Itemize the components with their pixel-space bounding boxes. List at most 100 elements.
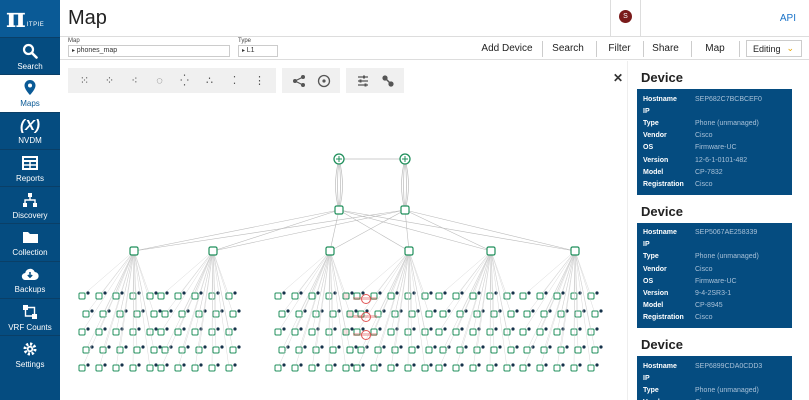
phone-node[interactable] xyxy=(387,328,395,336)
phone-node[interactable] xyxy=(342,292,350,300)
phone-status-dot[interactable] xyxy=(282,291,286,295)
phone-node[interactable] xyxy=(191,328,199,336)
phone-status-dot[interactable] xyxy=(460,291,464,295)
phone-node[interactable] xyxy=(95,292,103,300)
phone-node[interactable] xyxy=(208,364,216,372)
phone-status-dot[interactable] xyxy=(443,291,447,295)
phone-status-dot[interactable] xyxy=(337,345,341,349)
phone-node[interactable] xyxy=(536,292,544,300)
phone-status-dot[interactable] xyxy=(481,345,485,349)
phone-node[interactable] xyxy=(346,310,354,318)
phone-status-dot[interactable] xyxy=(216,327,220,331)
phone-status-dot[interactable] xyxy=(237,345,241,349)
phone-node[interactable] xyxy=(82,346,90,354)
phone-node[interactable] xyxy=(452,364,460,372)
phone-node[interactable] xyxy=(574,310,582,318)
phone-status-dot[interactable] xyxy=(395,291,399,295)
phone-node[interactable] xyxy=(195,346,203,354)
phone-node[interactable] xyxy=(421,364,429,372)
phone-node[interactable] xyxy=(161,346,169,354)
phone-node[interactable] xyxy=(212,346,220,354)
phone-status-dot[interactable] xyxy=(578,291,582,295)
phone-node[interactable] xyxy=(519,328,527,336)
phone-node[interactable] xyxy=(112,292,120,300)
phone-node[interactable] xyxy=(278,310,286,318)
cluster-layout-icon[interactable]: ⁖ xyxy=(122,68,147,93)
phone-node[interactable] xyxy=(295,310,303,318)
phone-status-dot[interactable] xyxy=(378,327,382,331)
sidebar-item-vrf-counts[interactable]: VRF Counts xyxy=(0,298,60,335)
phone-node[interactable] xyxy=(308,364,316,372)
phone-status-dot[interactable] xyxy=(361,291,365,295)
phone-node[interactable] xyxy=(146,292,154,300)
phone-node[interactable] xyxy=(387,364,395,372)
phone-status-dot[interactable] xyxy=(494,291,498,295)
phone-status-dot[interactable] xyxy=(282,363,286,367)
phone-node[interactable] xyxy=(570,292,578,300)
mode-dropdown[interactable]: Editing ⌄ xyxy=(746,40,802,57)
phone-node[interactable] xyxy=(225,364,233,372)
phone-status-dot[interactable] xyxy=(154,291,158,295)
access-switch-node[interactable] xyxy=(570,246,580,256)
phone-status-dot[interactable] xyxy=(316,291,320,295)
phone-node[interactable] xyxy=(208,328,216,336)
phone-status-dot[interactable] xyxy=(203,345,207,349)
phone-status-dot[interactable] xyxy=(103,291,107,295)
phone-status-dot[interactable] xyxy=(282,327,286,331)
phone-status-dot[interactable] xyxy=(86,291,90,295)
phone-node[interactable] xyxy=(229,346,237,354)
phone-status-dot[interactable] xyxy=(216,363,220,367)
phone-node[interactable] xyxy=(308,328,316,336)
sidebar-item-maps[interactable]: Maps xyxy=(0,74,60,112)
phone-status-dot[interactable] xyxy=(182,291,186,295)
sidebar-item-settings[interactable]: Settings xyxy=(0,335,60,372)
phone-status-dot[interactable] xyxy=(233,363,237,367)
phone-status-dot[interactable] xyxy=(429,327,433,331)
phone-node[interactable] xyxy=(557,346,565,354)
phone-status-dot[interactable] xyxy=(103,363,107,367)
phone-status-dot[interactable] xyxy=(333,291,337,295)
access-switch-node[interactable] xyxy=(325,246,335,256)
phone-status-dot[interactable] xyxy=(120,291,124,295)
distribution-switch-node[interactable] xyxy=(334,205,344,215)
phone-node[interactable] xyxy=(129,292,137,300)
phone-status-dot[interactable] xyxy=(354,345,358,349)
phone-node[interactable] xyxy=(452,328,460,336)
phone-node[interactable] xyxy=(291,292,299,300)
phone-node[interactable] xyxy=(519,292,527,300)
phone-status-dot[interactable] xyxy=(124,345,128,349)
phone-status-dot[interactable] xyxy=(103,327,107,331)
phone-status-dot[interactable] xyxy=(382,309,386,313)
phone-status-dot[interactable] xyxy=(186,345,190,349)
phone-status-dot[interactable] xyxy=(220,345,224,349)
search-button[interactable]: Search xyxy=(547,38,589,59)
phone-node[interactable] xyxy=(404,364,412,372)
phone-node[interactable] xyxy=(439,310,447,318)
spread-layout-icon[interactable]: ⁚ xyxy=(222,68,247,93)
add-device-button[interactable]: Add Device xyxy=(475,38,539,59)
phone-node[interactable] xyxy=(133,346,141,354)
phone-node[interactable] xyxy=(174,328,182,336)
phone-status-dot[interactable] xyxy=(299,291,303,295)
phone-node[interactable] xyxy=(157,328,165,336)
phone-node[interactable] xyxy=(325,292,333,300)
phone-node[interactable] xyxy=(191,292,199,300)
phone-status-dot[interactable] xyxy=(399,345,403,349)
phone-status-dot[interactable] xyxy=(165,327,169,331)
avatar[interactable]: S xyxy=(619,10,632,23)
phone-node[interactable] xyxy=(523,346,531,354)
phone-status-dot[interactable] xyxy=(216,291,220,295)
phone-status-dot[interactable] xyxy=(527,327,531,331)
phone-node[interactable] xyxy=(536,364,544,372)
phone-status-dot[interactable] xyxy=(154,327,158,331)
phone-node[interactable] xyxy=(291,328,299,336)
phone-node[interactable] xyxy=(342,364,350,372)
selection-highlight[interactable] xyxy=(353,297,377,300)
phone-status-dot[interactable] xyxy=(464,309,468,313)
selection-highlight[interactable] xyxy=(353,333,377,336)
phone-node[interactable] xyxy=(95,364,103,372)
phone-status-dot[interactable] xyxy=(186,309,190,313)
phone-status-dot[interactable] xyxy=(561,291,565,295)
phone-status-dot[interactable] xyxy=(511,327,515,331)
share-nodes-icon[interactable] xyxy=(286,68,311,93)
